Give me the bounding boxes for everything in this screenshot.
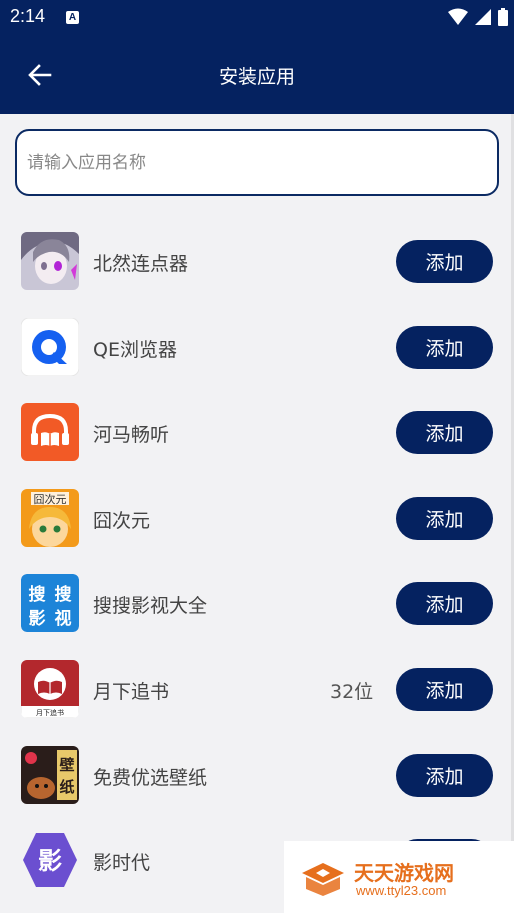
- svg-text:壁: 壁: [59, 756, 74, 774]
- headphones-book-icon: [21, 403, 79, 462]
- list-item: 月下追书 月下追书 32位 添加: [0, 646, 514, 732]
- jiongciyuan-icon: 囧次元: [21, 488, 79, 547]
- sousou-icon: 搜 搜 影 视: [21, 574, 79, 633]
- watermark-name: 天天游戏网: [354, 861, 454, 885]
- watermark-logo-icon: [302, 863, 344, 896]
- add-button[interactable]: 添加: [396, 240, 493, 283]
- qe-browser-icon: [21, 317, 79, 376]
- list-item: 北然连点器 添加: [0, 218, 514, 304]
- app-name: 月下追书: [93, 680, 170, 703]
- wifi-icon: [448, 8, 468, 25]
- svg-text:影: 影: [38, 847, 62, 875]
- svg-text:视: 视: [55, 608, 72, 629]
- svg-text:搜: 搜: [55, 584, 73, 605]
- app-rank: 32位: [330, 680, 374, 703]
- cellular-signal-icon: [475, 9, 491, 25]
- list-item: 壁 纸 免费优选壁纸 添加: [0, 732, 514, 818]
- anime-girl-icon: [21, 232, 79, 290]
- add-button[interactable]: 添加: [396, 496, 493, 540]
- svg-text:月下追书: 月下追书: [36, 708, 64, 717]
- yingshidai-icon: 影: [21, 831, 79, 889]
- status-icons: [448, 8, 508, 26]
- app-name: 搜搜影视大全: [93, 595, 208, 618]
- add-button[interactable]: 添加: [396, 411, 493, 455]
- app-name: QE浏览器: [93, 338, 177, 361]
- app-list: 北然连点器 添加 QE浏览器 添加 河马畅听 添加 囧次元 囧次元 添加 搜 搜…: [0, 218, 514, 903]
- app-bar: 安装应用: [0, 36, 514, 114]
- book-icon: 月下追书: [21, 659, 79, 718]
- list-item: 搜 搜 影 视 搜搜影视大全 添加: [0, 560, 514, 646]
- app-name: 免费优选壁纸: [93, 766, 208, 789]
- app-name: 河马畅听: [93, 424, 170, 447]
- wallpaper-icon: 壁 纸: [21, 745, 79, 804]
- app-name: 北然连点器: [93, 253, 189, 275]
- list-item: 河马畅听 添加: [0, 389, 514, 475]
- status-bar: 2:14 A: [0, 0, 514, 36]
- app-name: 影时代: [93, 852, 151, 875]
- svg-text:搜: 搜: [29, 584, 47, 605]
- add-button[interactable]: 添加: [396, 667, 493, 711]
- search-box: [15, 129, 499, 196]
- add-button[interactable]: 添加: [396, 753, 493, 797]
- search-input[interactable]: [27, 131, 487, 194]
- watermark: 天天游戏网 www.ttyl23.com: [284, 841, 514, 913]
- add-button[interactable]: 添加: [396, 325, 493, 369]
- list-item: QE浏览器 添加: [0, 304, 514, 390]
- app-name: 囧次元: [93, 509, 151, 532]
- list-item: 囧次元 囧次元 添加: [0, 475, 514, 561]
- battery-icon: [498, 8, 508, 26]
- svg-text:影: 影: [29, 609, 46, 629]
- status-time: 2:14: [10, 6, 46, 26]
- watermark-url: www.ttyl23.com: [356, 883, 447, 898]
- page-title: 安装应用: [218, 66, 295, 88]
- svg-text:纸: 纸: [59, 778, 74, 796]
- add-button[interactable]: 添加: [396, 582, 493, 626]
- notification-icon: A: [66, 11, 79, 24]
- svg-text:囧次元: 囧次元: [34, 492, 67, 506]
